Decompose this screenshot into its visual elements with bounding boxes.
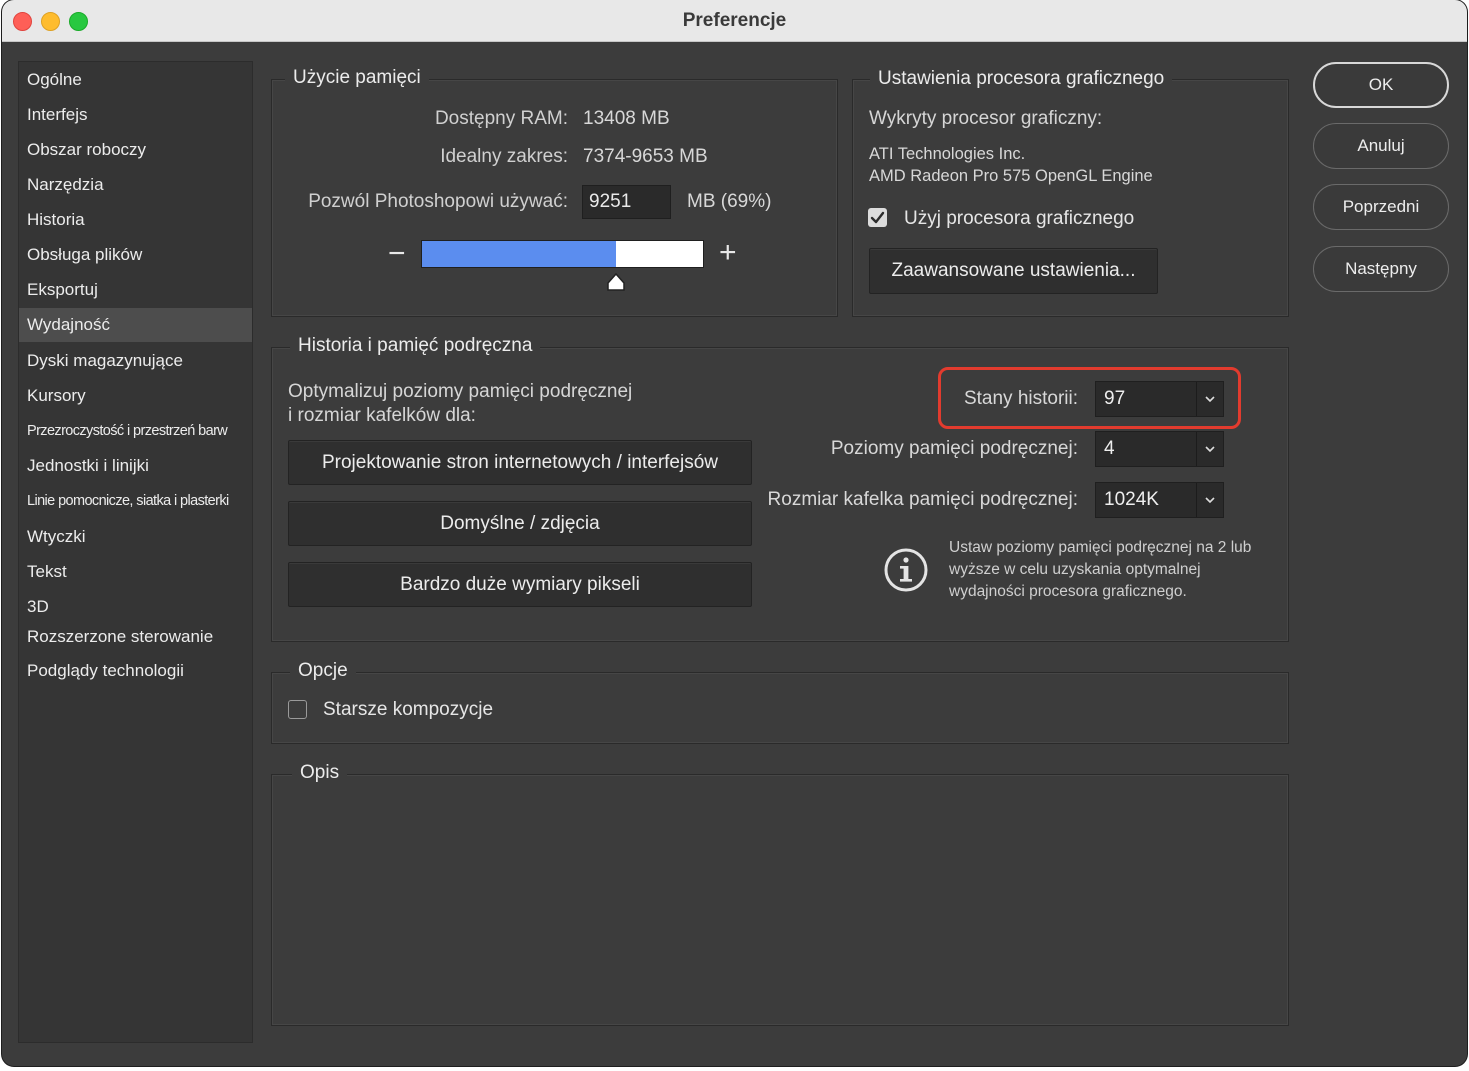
sidebar-item-workspace[interactable]: Obszar roboczy: [19, 133, 252, 167]
gpu-model: AMD Radeon Pro 575 OpenGL Engine: [869, 167, 1153, 185]
cache-levels-select[interactable]: 4: [1095, 431, 1224, 467]
description-legend: Opis: [292, 761, 348, 785]
default-photos-button[interactable]: Domyślne / zdjęcia: [288, 501, 752, 546]
detected-gpu-label: Wykryty procesor graficzny:: [869, 108, 1103, 129]
cache-levels-label: Poziomy pamięci podręcznej:: [830, 438, 1078, 459]
sidebar-item-export[interactable]: Eksportuj: [19, 273, 252, 307]
ideal-range-value: 7374-9653 MB: [583, 146, 708, 167]
checkmark-icon: [870, 211, 885, 224]
cancel-button[interactable]: Anuluj: [1313, 123, 1449, 169]
window-title: Preferencje: [682, 10, 787, 31]
ok-button[interactable]: OK: [1313, 62, 1449, 108]
huge-pixel-dimensions-button[interactable]: Bardzo duże wymiary pikseli: [288, 562, 752, 607]
title-bar: Preferencje: [2, 0, 1467, 42]
allow-photoshop-label: Pozwól Photoshopowi używać:: [308, 191, 568, 212]
cache-levels-value: 4: [1104, 438, 1115, 459]
next-button[interactable]: Następny: [1313, 246, 1449, 292]
decrease-ram-button[interactable]: −: [388, 237, 406, 271]
preferences-sidebar: Ogólne Interfejs Obszar roboczy Narzędzi…: [18, 61, 253, 1043]
cache-tile-size-select[interactable]: 1024K: [1095, 482, 1224, 518]
use-gpu-label: Użyj procesora graficznego: [904, 208, 1135, 229]
cache-tile-size-label: Rozmiar kafelka pamięci podręcznej:: [767, 489, 1078, 510]
sidebar-item-enhanced-controls[interactable]: Rozszerzone sterowanie: [19, 620, 252, 654]
legacy-compositing-checkbox[interactable]: [288, 700, 307, 719]
previous-button[interactable]: Poprzedni: [1313, 184, 1449, 230]
sidebar-item-transparency[interactable]: Przezroczystość i przestrzeń barw: [19, 414, 252, 448]
advanced-settings-button[interactable]: Zaawansowane ustawienia...: [869, 248, 1158, 294]
sidebar-item-units-rulers[interactable]: Jednostki i linijki: [19, 449, 252, 483]
preferences-window: Preferencje Ogólne Interfejs Obszar robo…: [2, 0, 1467, 1066]
increase-ram-button[interactable]: +: [719, 236, 737, 270]
sidebar-item-tech-previews[interactable]: Podglądy technologii: [19, 654, 252, 688]
chevron-down-icon: [1205, 446, 1215, 453]
ram-unit-percent: MB (69%): [687, 191, 772, 212]
sidebar-item-guides-grid[interactable]: Linie pomocnicze, siatka i plasterki: [19, 484, 252, 518]
memory-usage-legend: Użycie pamięci: [285, 66, 429, 90]
sidebar-item-type[interactable]: Tekst: [19, 555, 252, 589]
gpu-vendor: ATI Technologies Inc.: [869, 145, 1026, 163]
available-ram-value: 13408 MB: [583, 108, 670, 129]
sidebar-item-plugins[interactable]: Wtyczki: [19, 520, 252, 554]
info-icon: [884, 548, 928, 592]
sidebar-item-tools[interactable]: Narzędzia: [19, 168, 252, 202]
ideal-range-label: Idealny zakres:: [440, 146, 568, 167]
gpu-settings-legend: Ustawienia procesora graficznego: [870, 67, 1173, 91]
sidebar-item-general[interactable]: Ogólne: [19, 63, 252, 97]
history-cache-legend: Historia i pamięć podręczna: [290, 334, 541, 358]
chevron-down-icon: [1205, 497, 1215, 504]
ram-slider-track[interactable]: [421, 240, 704, 268]
use-gpu-checkbox[interactable]: [868, 208, 887, 227]
optimize-text-line2: i rozmiar kafelków dla:: [288, 405, 476, 426]
legacy-compositing-label: Starsze kompozycje: [323, 699, 494, 720]
optimize-text-line1: Optymalizuj poziomy pamięci podręcznej: [288, 381, 633, 402]
history-states-highlight: [938, 367, 1241, 429]
sidebar-item-history[interactable]: Historia: [19, 203, 252, 237]
ram-slider-fill: [422, 241, 616, 267]
sidebar-item-performance[interactable]: Wydajność: [19, 308, 252, 342]
sidebar-item-file-handling[interactable]: Obsługa plików: [19, 238, 252, 272]
sidebar-item-interface[interactable]: Interfejs: [19, 98, 252, 132]
cache-tile-size-value: 1024K: [1104, 489, 1159, 510]
web-ui-design-button[interactable]: Projektowanie stron internetowych / inte…: [288, 440, 752, 485]
gpu-cache-info-text: Ustaw poziomy pamięci podręcznej na 2 lu…: [949, 539, 1252, 600]
options-legend: Opcje: [290, 659, 356, 683]
sidebar-item-3d[interactable]: 3D: [19, 590, 252, 624]
ram-slider-thumb[interactable]: [605, 272, 627, 292]
ram-amount-input[interactable]: 9251: [582, 185, 671, 219]
sidebar-item-cursors[interactable]: Kursory: [19, 379, 252, 413]
sidebar-item-scratch-disks[interactable]: Dyski magazynujące: [19, 344, 252, 378]
available-ram-label: Dostępny RAM:: [434, 108, 568, 129]
description-group: [271, 774, 1289, 1026]
